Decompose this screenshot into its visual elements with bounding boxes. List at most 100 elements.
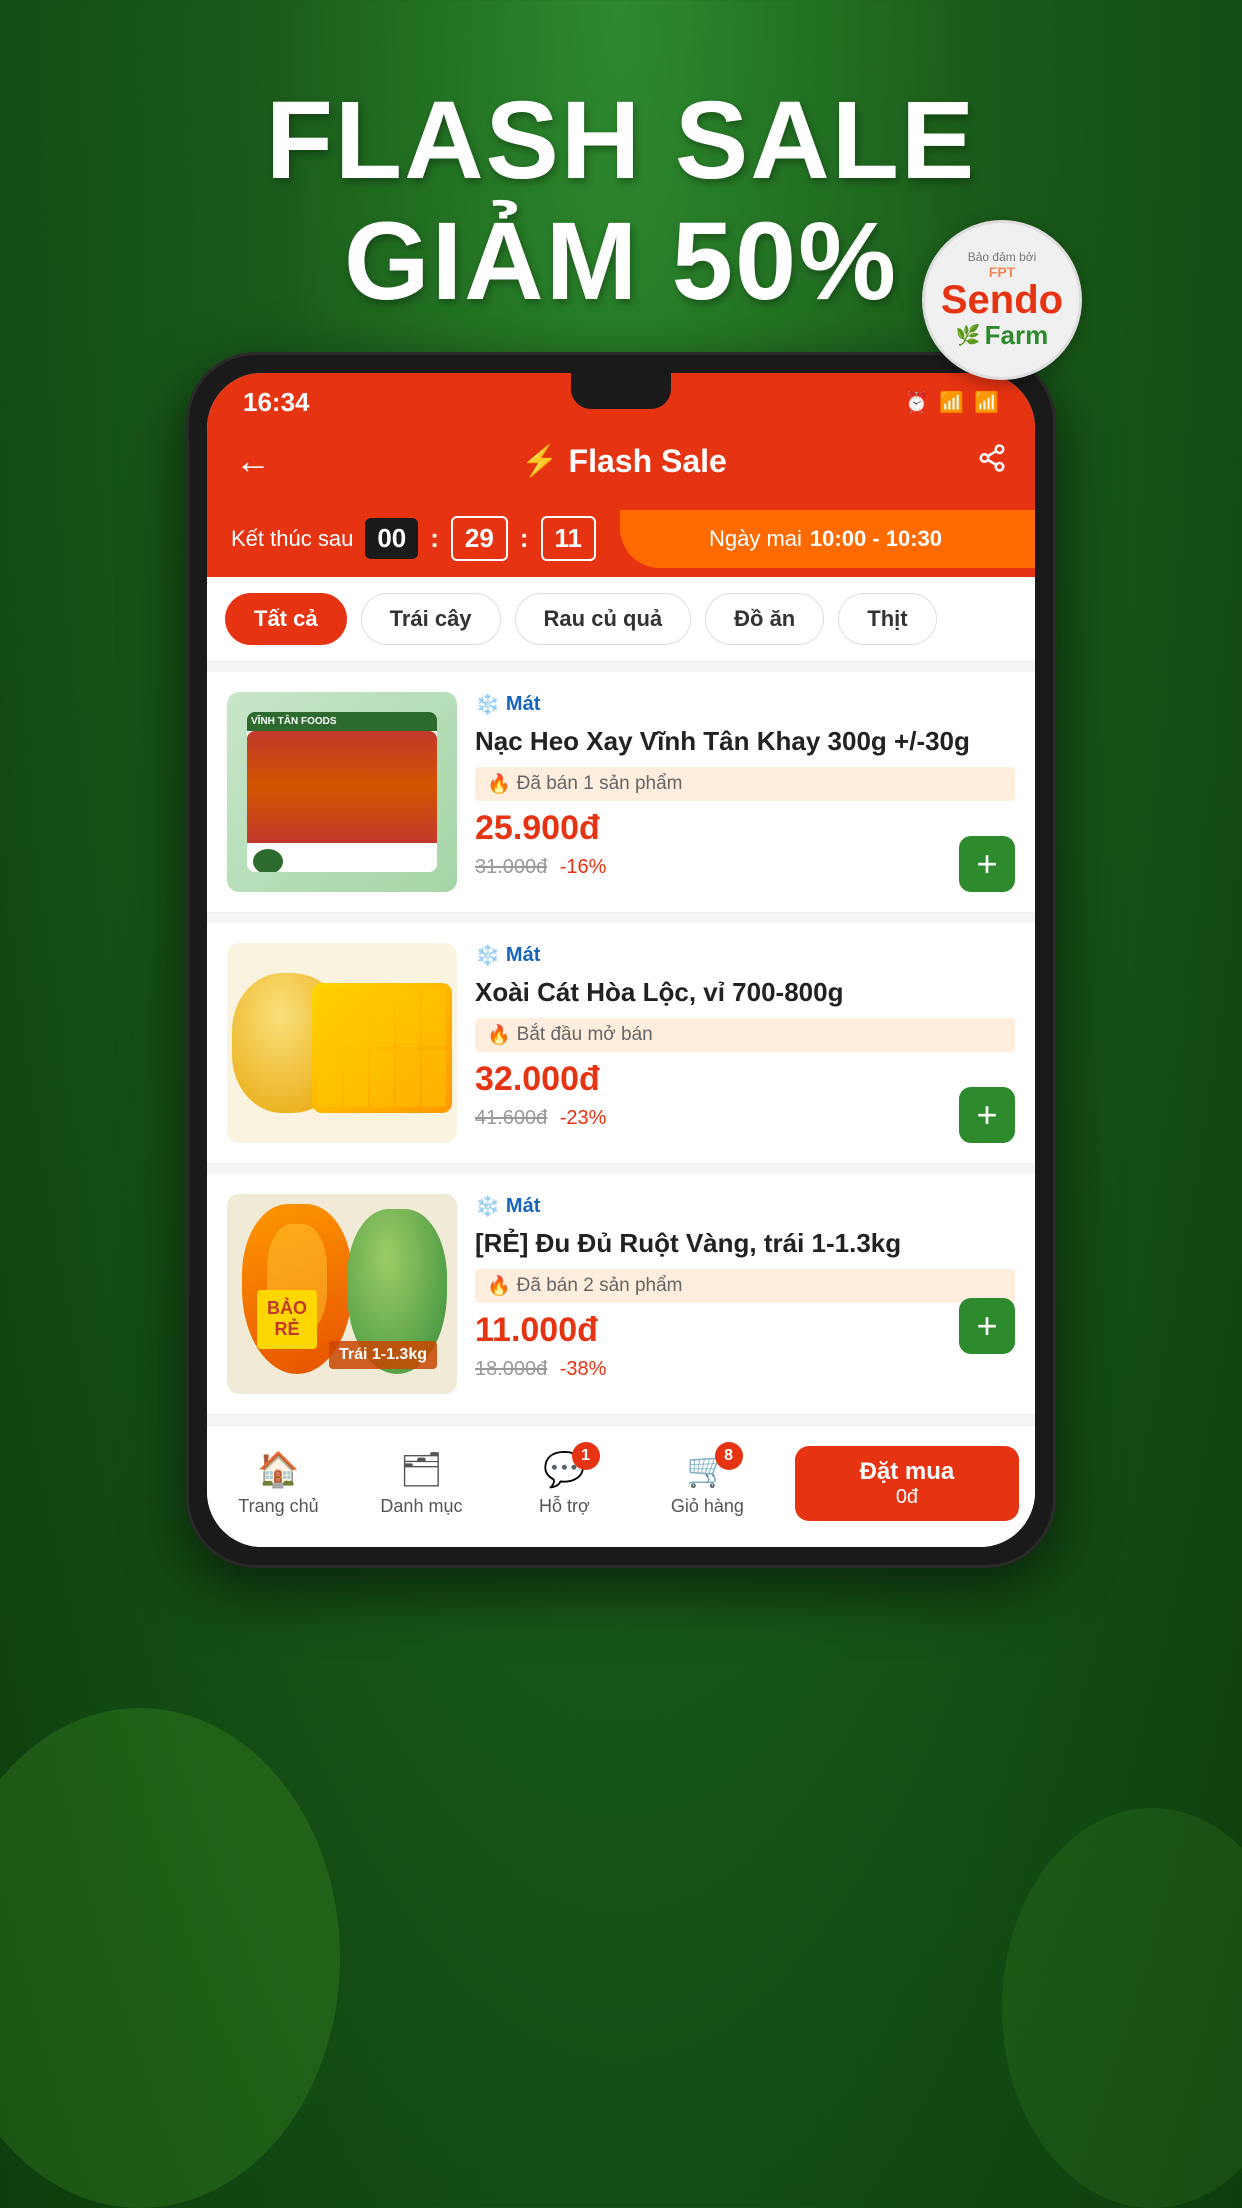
timer-seconds: 11 <box>541 516 597 561</box>
product-name-3: [RẺ] Đu Đủ Ruột Vàng, trái 1-1.3kg <box>475 1227 1015 1261</box>
badge-label-2: Mát <box>506 944 540 967</box>
mat-badge-1: ❄️ Mát <box>475 692 1015 717</box>
cart-label: Giỏ hàng <box>671 1496 744 1517</box>
app-header: ← ⚡ Flash Sale <box>207 426 1035 500</box>
product-name-2: Xoài Cát Hòa Lộc, vỉ 700-800g <box>475 976 1015 1010</box>
sold-badge-2: 🔥 Bắt đầu mở bán <box>475 1018 1015 1052</box>
tab-all[interactable]: Tất cả <box>225 593 347 645</box>
logo-farm: Farm <box>985 320 1049 351</box>
app-title-container: ⚡ Flash Sale <box>521 443 727 480</box>
logo-sendo: Sendo <box>941 280 1063 320</box>
promo-header: FLASH SALE GIẢM 50% <box>266 80 977 322</box>
home-icon: 🏠 <box>257 1450 299 1490</box>
product-image-2 <box>227 943 457 1143</box>
badge-label-3: Mát <box>506 1195 540 1218</box>
tab-fruit[interactable]: Trái cây <box>361 593 501 645</box>
product-item-1[interactable]: VĨNH TÂN FOODS ❄️ Mát Nạc Heo Xay Vĩnh T <box>207 672 1035 913</box>
price-main-2: 32.000đ <box>475 1060 1015 1099</box>
timer-colon1: : <box>430 523 439 554</box>
badge-label-1: Mát <box>506 693 540 716</box>
support-label: Hỗ trợ <box>539 1496 590 1517</box>
sendo-farm-logo: Bảo đảm bởi FPT Sendo 🌿 Farm <box>922 220 1082 380</box>
meat-logo-circle <box>253 849 283 872</box>
price-main-1: 25.900đ <box>475 809 1015 848</box>
fire-icon-2: 🔥 <box>487 1023 511 1047</box>
tab-meat[interactable]: Thịt <box>838 593 936 645</box>
fire-icon-1: 🔥 <box>487 772 511 796</box>
mango-visual <box>232 953 452 1133</box>
app-title: Flash Sale <box>569 443 727 480</box>
promo-title-line1: FLASH SALE <box>266 80 977 201</box>
timer-minutes: 29 <box>451 516 508 561</box>
wifi-icon: 📶 <box>939 390 964 415</box>
papaya-image: BẢORẺ Trái 1-1.3kg <box>227 1194 457 1394</box>
trai-badge: Trái 1-1.3kg <box>329 1341 437 1369</box>
bottom-nav: 🏠 Trang chủ 🗂 Danh mục 💬 1 Hỗ trợ 🛒 8 <box>207 1425 1035 1547</box>
support-badge-container: 💬 1 <box>543 1450 585 1490</box>
price-original-row-1: 31.000đ -16% <box>475 856 1015 879</box>
status-time: 16:34 <box>243 387 310 418</box>
status-icons: ⏰ 📶 📶 <box>904 390 999 415</box>
notch <box>571 373 671 409</box>
nav-categories[interactable]: 🗂 Danh mục <box>350 1450 493 1517</box>
bao-re-badge: BẢORẺ <box>257 1290 317 1349</box>
support-badge: 1 <box>572 1442 600 1470</box>
mango-slice <box>312 983 452 1113</box>
logo-leaf-icon: 🌿 <box>956 323 981 348</box>
discount-1: -16% <box>560 856 607 878</box>
price-original-1: 31.000đ <box>475 856 547 878</box>
meat-brand: VĨNH TÂN FOODS <box>247 712 437 731</box>
buy-label: Đặt mua <box>860 1458 955 1486</box>
meat-tray: VĨNH TÂN FOODS <box>247 712 437 872</box>
add-button-1[interactable]: + <box>959 836 1015 892</box>
alarm-icon: ⏰ <box>904 390 929 415</box>
discount-2: -23% <box>560 1107 607 1129</box>
phone-inner: 16:34 ⏰ 📶 📶 ← ⚡ Flash Sale <box>207 373 1035 1547</box>
lightning-icon: ⚡ <box>521 444 558 479</box>
meat-content <box>247 731 437 843</box>
add-button-2[interactable]: + <box>959 1087 1015 1143</box>
cart-badge-container: 🛒 8 <box>686 1450 728 1490</box>
categories-label: Danh mục <box>380 1496 462 1517</box>
timer-next-session: Ngày mai 10:00 - 10:30 <box>620 510 1035 568</box>
next-time: 10:00 - 10:30 <box>810 526 942 552</box>
price-original-3: 18.000đ <box>475 1358 547 1380</box>
back-button[interactable]: ← <box>235 440 271 482</box>
nav-home[interactable]: 🏠 Trang chủ <box>207 1450 350 1517</box>
bg-decoration-right <box>1002 1808 1242 2208</box>
next-label: Ngày mai <box>709 526 802 552</box>
add-button-3[interactable]: + <box>959 1298 1015 1354</box>
price-original-row-3: 18.000đ -38% <box>475 1358 1015 1381</box>
logo-guarantee: Bảo đảm bởi <box>968 250 1037 264</box>
fire-icon-3: 🔥 <box>487 1274 511 1298</box>
meat-image: VĨNH TÂN FOODS <box>227 692 457 892</box>
nav-cart[interactable]: 🛒 8 Giỏ hàng <box>636 1450 779 1517</box>
phone-frame: 16:34 ⏰ 📶 📶 ← ⚡ Flash Sale <box>186 352 1056 1568</box>
tab-food[interactable]: Đồ ăn <box>705 593 824 645</box>
timer-countdown: Kết thúc sau 00 : 29 : 11 <box>207 500 620 577</box>
mango-grid <box>312 983 452 1113</box>
mat-badge-2: ❄️ Mát <box>475 943 1015 968</box>
product-item-2[interactable]: ❄️ Mát Xoài Cát Hòa Lộc, vỉ 700-800g 🔥 B… <box>207 923 1035 1164</box>
nav-support[interactable]: 💬 1 Hỗ trợ <box>493 1450 636 1517</box>
mat-badge-3: ❄️ Mát <box>475 1194 1015 1219</box>
category-tabs: Tất cả Trái cây Rau củ quả Đồ ăn Thịt <box>207 577 1035 662</box>
product-info-2: ❄️ Mát Xoài Cát Hòa Lộc, vỉ 700-800g 🔥 B… <box>475 943 1015 1143</box>
tab-veg[interactable]: Rau củ quả <box>515 593 692 645</box>
share-button[interactable] <box>977 443 1007 480</box>
product-image-1: VĨNH TÂN FOODS <box>227 692 457 892</box>
buy-button[interactable]: Đặt mua 0đ <box>795 1446 1019 1521</box>
signal-icon: 📶 <box>974 390 999 415</box>
product-list: VĨNH TÂN FOODS ❄️ Mát Nạc Heo Xay Vĩnh T <box>207 672 1035 1415</box>
product-name-1: Nạc Heo Xay Vĩnh Tân Khay 300g +/-30g <box>475 725 1015 759</box>
promo-title-line2: GIẢM 50% <box>266 201 977 322</box>
product-image-3: BẢORẺ Trái 1-1.3kg <box>227 1194 457 1394</box>
timer-bar: Kết thúc sau 00 : 29 : 11 Ngày mai 10:00… <box>207 500 1035 577</box>
price-original-row-2: 41.600đ -23% <box>475 1107 1015 1130</box>
timer-hours: 00 <box>365 518 418 559</box>
mango-image <box>227 943 457 1143</box>
discount-3: -38% <box>560 1358 607 1380</box>
sold-text-2: Bắt đầu mở bán <box>517 1024 653 1046</box>
product-item-3[interactable]: BẢORẺ Trái 1-1.3kg ❄️ Mát [RẺ] Đu Đủ Ruộ… <box>207 1174 1035 1415</box>
product-info-1: ❄️ Mát Nạc Heo Xay Vĩnh Tân Khay 300g +/… <box>475 692 1015 892</box>
